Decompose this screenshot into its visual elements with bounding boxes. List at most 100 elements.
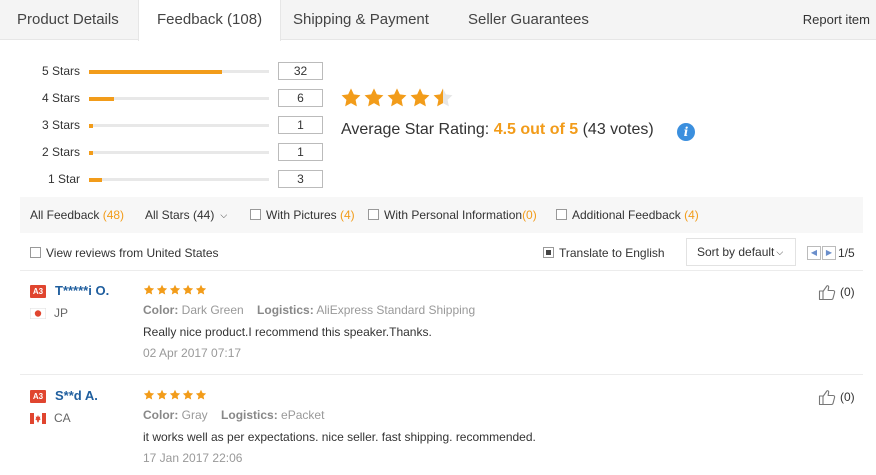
filter-all-stars-label: All Stars (44) [145,208,215,222]
histogram-label: 3 Stars [41,118,80,132]
star-icon [433,88,453,107]
review-text: Really nice product.I recommend this spe… [143,325,432,339]
checkbox-icon[interactable] [368,209,379,220]
filter-personal-info[interactable]: With Personal Information(0) [368,197,537,233]
tab-seller-guarantees[interactable]: Seller Guarantees [468,0,589,40]
star-icon [169,389,181,400]
histogram-row-4-stars[interactable]: 4 Stars 6 [0,89,330,107]
chevron-down-icon: ⌵ [776,247,784,257]
helpful-button[interactable]: (0) [818,388,855,406]
star-icon [387,88,407,107]
histogram-label: 2 Stars [41,145,80,159]
filter-additional-feedback[interactable]: Additional Feedback (4) [556,197,699,233]
filter-with-pictures-label: With Pictures [266,208,341,222]
star-icon [143,389,155,400]
histogram-label: 1 Star [47,172,80,186]
review-attributes: Color: Gray Logistics: ePacket [143,408,324,422]
histogram-row-1-star[interactable]: 1 Star 3 [0,170,330,188]
color-value: Gray [181,408,208,422]
filter-all-feedback[interactable]: All Feedback (48) [30,197,124,233]
report-item-link[interactable]: Report item [803,0,870,40]
checkbox-icon[interactable] [556,209,567,220]
logistics-label: Logistics: [221,408,278,422]
star-icon [156,389,168,400]
filter-with-pictures-count: (4) [340,208,355,222]
color-value: Dark Green [181,303,244,317]
reviewer-name[interactable]: S**d A. [55,388,98,403]
checkbox-icon[interactable] [543,247,554,258]
histogram-row-2-stars[interactable]: 2 Stars 1 [0,143,330,161]
helpful-button[interactable]: (0) [818,283,855,301]
reviewer-country: JP [54,306,69,320]
tab-bar: Product Details Feedback (108) Shipping … [0,0,876,41]
filter-additional-label: Additional Feedback [572,208,685,222]
average-rating-stars [340,87,454,109]
checkbox-icon[interactable] [30,247,41,258]
star-icon [195,389,207,400]
review-stars [143,284,207,296]
histogram-count: 3 [278,170,323,188]
flag-jp-icon [30,308,46,319]
helpful-count: (0) [840,390,855,404]
star-icon [143,284,155,295]
buyer-level-badge: A3 [30,285,46,298]
histogram-label: 4 Stars [41,91,80,105]
translate-option[interactable]: Translate to English [543,244,665,262]
histogram-row-3-stars[interactable]: 3 Stars 1 [0,116,330,134]
histogram-track [89,69,269,74]
histogram-fill [89,96,115,101]
histogram-count: 32 [278,62,323,80]
histogram-fill [89,123,93,128]
average-rating-score: 4.5 out of 5 [493,121,579,138]
histogram-track [89,96,269,101]
chevron-down-icon: ⌵ [220,210,228,220]
review-date: 02 Apr 2017 07:17 [143,346,242,360]
filter-personal-info-count: (0) [522,208,537,222]
star-icon [410,88,430,107]
buyer-level-badge: A3 [30,390,46,403]
filter-with-pictures[interactable]: With Pictures (4) [250,197,355,233]
review-stars [143,389,207,401]
translate-label: Translate to English [559,246,665,260]
review-text: it works well as per expectations. nice … [143,430,536,444]
star-icon [195,284,207,295]
divider [20,374,863,375]
sort-dropdown[interactable]: Sort by default ⌵ [686,238,796,266]
histogram-count: 1 [278,116,323,134]
filter-personal-info-label: With Personal Information [384,208,523,222]
page-indicator: 1/5 [838,246,855,260]
review-attributes: Color: Dark Green Logistics: AliExpress … [143,303,475,317]
histogram-track [89,150,269,155]
prev-page-button[interactable]: ◀ [807,246,821,260]
histogram-fill [89,177,102,182]
reviewer-name[interactable]: T*****i O. [55,283,109,298]
view-us-reviews-option[interactable]: View reviews from United States [30,244,219,262]
tab-shipping-payment[interactable]: Shipping & Payment [293,0,429,40]
histogram-count: 6 [278,89,323,107]
next-page-button[interactable]: ▶ [822,246,836,260]
feedback-filter-bar: All Feedback (48) All Stars (44) ⌵ With P… [20,197,863,233]
histogram-fill [89,69,223,74]
checkbox-icon[interactable] [250,209,261,220]
filter-all-feedback-label: All Feedback [30,208,103,222]
star-icon [169,284,181,295]
star-icon [364,88,384,107]
logistics-label: Logistics: [257,303,314,317]
average-star-rating: Average Star Rating: 4.5 out of 5 (43 vo… [341,121,654,139]
histogram-fill [89,150,93,155]
thumbs-up-icon [818,285,836,301]
info-icon[interactable]: i [677,123,695,141]
histogram-row-5-stars[interactable]: 5 Stars 32 [0,62,330,80]
filter-additional-count: (4) [684,208,699,222]
star-icon [156,284,168,295]
tab-feedback[interactable]: Feedback (108) [138,0,282,41]
histogram-count: 1 [278,143,323,161]
average-rating-votes: (43 votes) [578,121,654,138]
color-label: Color: [143,303,179,317]
tab-product-details[interactable]: Product Details [17,0,119,40]
histogram-track [89,177,269,182]
histogram-track [89,123,269,128]
filter-all-stars-dropdown[interactable]: All Stars (44) ⌵ [145,197,227,233]
reviewer-country: CA [54,411,71,425]
star-icon [182,284,194,295]
